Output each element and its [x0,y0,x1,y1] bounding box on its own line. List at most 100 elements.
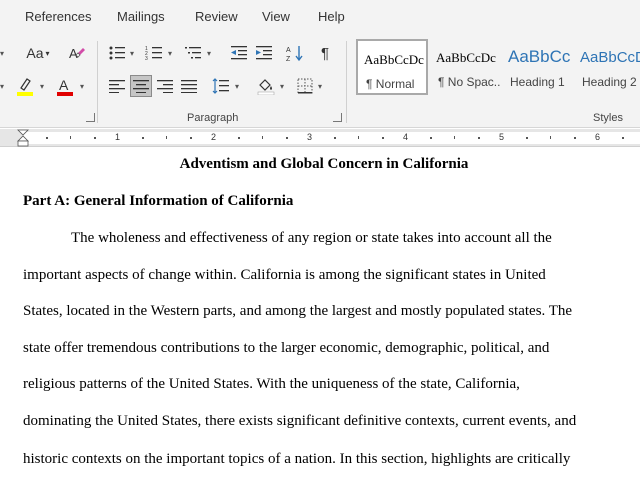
ruler-mark [334,137,336,139]
paragraph-line: religious patterns of the United States.… [23,376,520,392]
font-color-chevron-icon[interactable]: ▾ [80,82,84,91]
increase-indent-icon [256,46,272,60]
borders-icon [297,78,313,94]
numbering-chevron-icon[interactable]: ▾ [168,49,172,58]
clear-formatting-button[interactable]: A [66,42,88,64]
svg-text:3: 3 [145,56,148,61]
style-preview: AaBbCcDc [364,52,424,67]
ruler-mark [286,137,288,139]
line-spacing-chevron-icon[interactable]: ▾ [235,82,239,91]
ruler-mark [358,136,359,139]
styles-group-label: Styles [593,112,623,124]
ruler-mark [166,136,167,139]
align-right-button[interactable] [154,75,176,97]
shading-chevron-icon[interactable]: ▾ [280,82,284,91]
tab-references[interactable]: References [25,9,91,24]
bullets-chevron-icon[interactable]: ▾ [130,49,134,58]
multilevel-list-icon [185,47,201,59]
paragraph-line: States, located in the Western parts, an… [23,303,573,319]
increase-indent-button[interactable] [253,42,275,64]
font-color-button[interactable]: A [54,75,76,97]
font-dialog-launcher-icon[interactable] [86,113,95,122]
show-formatting-button[interactable]: ¶ [314,42,336,64]
numbering-icon: 1 2 3 [145,46,162,61]
justify-button[interactable] [178,75,200,97]
highlight-button[interactable] [14,75,36,97]
style-name: ¶ Normal [366,77,415,91]
document-title: Adventism and Global Concern in Californ… [179,156,469,172]
clear-formatting-icon: A [69,46,85,61]
ruler-mark [190,137,192,139]
ruler-mark [382,137,384,139]
section-heading: Part A: General Information of Californi… [23,193,294,209]
ruler-mark [454,136,455,139]
align-left-button[interactable] [106,75,128,97]
multilevel-chevron-icon[interactable]: ▾ [207,49,211,58]
ribbon: ▾ Aa ▾ A ▾ ▾ A ▾ ▾ 1 2 3 ▾ ▾ A Z ¶ ▾ ▾ ▾… [0,33,640,128]
tab-mailings[interactable]: Mailings [117,9,165,24]
ruler-mark [94,137,96,139]
shading-button[interactable] [255,75,277,97]
font-size-chevron-icon[interactable]: ▾ [0,82,4,91]
decrease-indent-icon [231,46,247,60]
tab-view[interactable]: View [262,9,290,24]
decrease-indent-button[interactable] [228,42,250,64]
paragraph-line: state offer tremendous contributions to … [23,340,550,356]
ruler-mark [262,136,263,139]
styles-gallery: AaBbCcDc ¶ Normal AaBbCcDc ¶ No Spac... … [356,39,640,97]
style-preview: AaBbCc [508,47,571,66]
style-preview: AaBbCcD [580,49,640,66]
bullets-icon [109,46,125,60]
change-case-label: Aa [26,45,44,61]
ruler-mark [46,137,48,139]
paragraph-line: dominating the United States, there exis… [23,413,577,429]
font-name-chevron-icon[interactable]: ▾ [0,49,4,58]
paint-bucket-icon [257,79,275,95]
style-name: Heading 1 [510,75,565,89]
menu-bar: References Mailings Review View Help [0,0,640,33]
paragraph-group-label: Paragraph [187,112,239,124]
style-name: ¶ No Spac... [438,75,500,89]
horizontal-ruler[interactable]: 1 2 3 4 5 6 [0,129,640,147]
bullets-button[interactable] [106,42,128,64]
ruler-number: 6 [595,132,601,142]
style-normal[interactable]: AaBbCcDc ¶ Normal [356,39,428,95]
font-color-icon: A [57,77,73,96]
style-name: Heading 2 [582,75,637,89]
sort-button[interactable]: AZ [284,42,306,64]
document-page[interactable]: Adventism and Global Concern in Californ… [0,148,640,477]
ruler-number: 2 [211,132,217,142]
align-right-icon [157,80,173,93]
sort-icon: AZ [286,46,303,62]
paragraph-line: historic contexts on the important topic… [23,451,571,467]
line-spacing-button[interactable] [210,75,232,97]
ruler-mark [70,136,71,139]
paragraph-dialog-launcher-icon[interactable] [333,113,342,122]
ruler-mark [550,136,551,139]
tab-review[interactable]: Review [195,9,238,24]
borders-button[interactable] [294,75,316,97]
style-heading-2[interactable]: AaBbCcD Heading 2 [574,39,640,95]
paragraph-line: The wholeness and effectiveness of any r… [71,230,552,246]
align-center-button[interactable] [130,75,152,97]
ruler-number: 5 [499,132,505,142]
ruler-number: 3 [307,132,313,142]
ruler-mark [478,137,480,139]
ruler-number: 1 [115,132,121,142]
svg-text:Z: Z [286,56,291,62]
highlighter-icon [17,78,33,96]
ruler-mark [238,137,240,139]
numbering-button[interactable]: 1 2 3 [143,42,165,64]
ruler-number: 4 [403,132,409,142]
borders-chevron-icon[interactable]: ▾ [318,82,322,91]
tab-help[interactable]: Help [318,9,345,24]
svg-text:A: A [59,77,69,93]
style-heading-1[interactable]: AaBbCc Heading 1 [502,39,572,95]
indent-marker-icon[interactable] [16,129,30,147]
change-case-button[interactable]: Aa ▾ [24,42,52,64]
multilevel-list-button[interactable] [182,42,204,64]
justify-icon [181,80,197,93]
style-preview: AaBbCcDc [436,50,496,65]
highlight-chevron-icon[interactable]: ▾ [40,82,44,91]
style-no-spacing[interactable]: AaBbCcDc ¶ No Spac... [430,39,500,95]
